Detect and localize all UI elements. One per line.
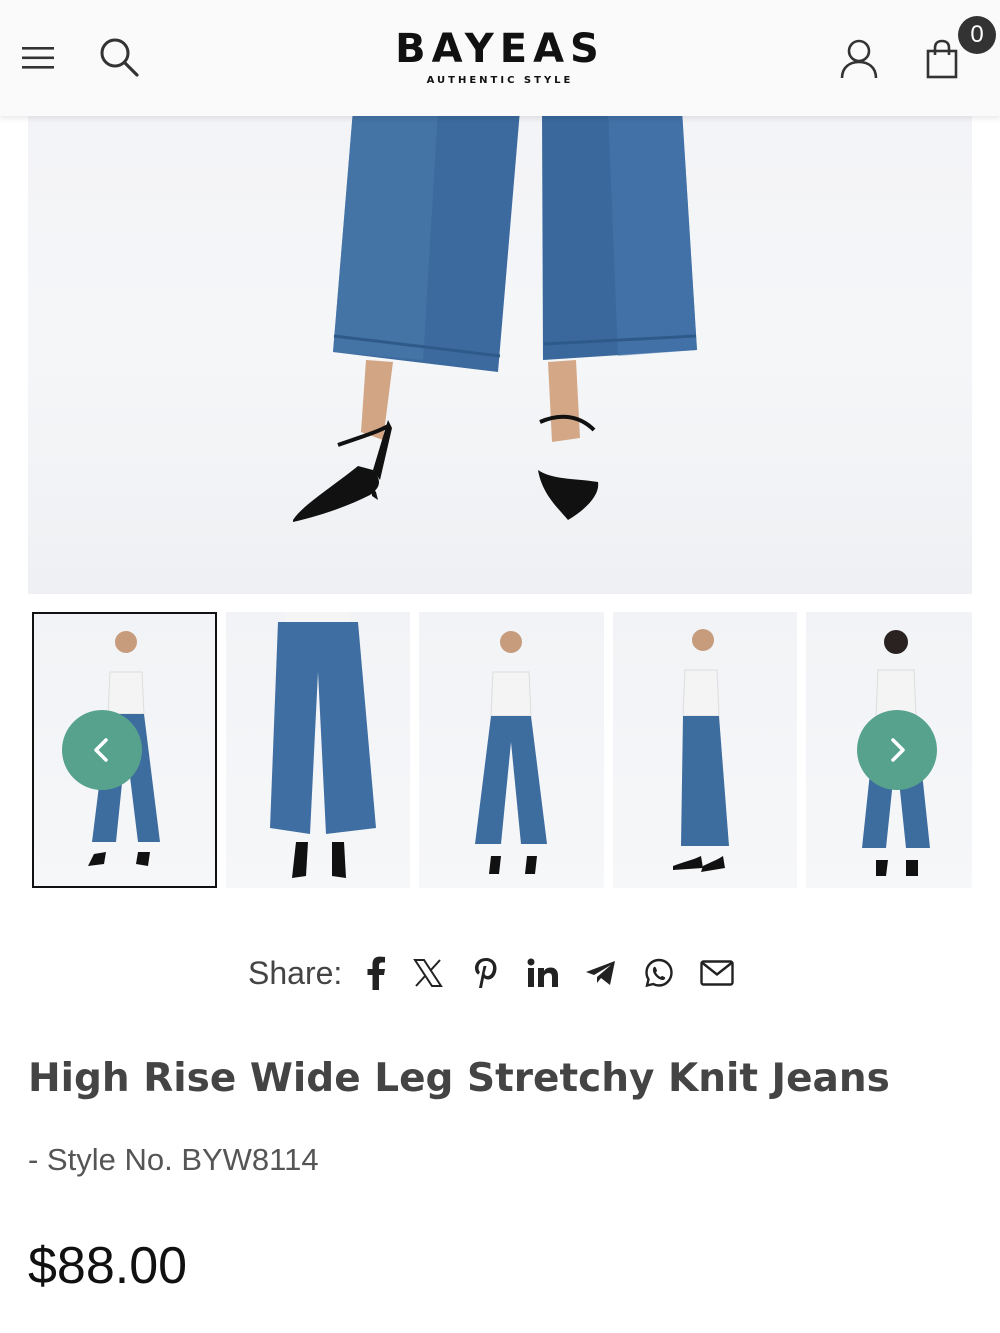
email-icon[interactable] <box>688 950 746 996</box>
telegram-icon[interactable] <box>572 950 630 996</box>
thumbnail-2[interactable] <box>226 612 410 888</box>
thumbnail-photo <box>270 612 376 878</box>
site-header: BAYEAS AUTHENTIC STYLE 0 <box>0 0 1000 116</box>
hamburger-icon <box>22 47 54 69</box>
shopping-bag-icon <box>926 39 958 79</box>
whatsapp-icon[interactable] <box>630 950 688 996</box>
brand-logo[interactable]: BAYEAS AUTHENTIC STYLE <box>360 26 640 88</box>
product-price: $88.00 <box>28 1237 188 1295</box>
user-icon <box>840 39 878 79</box>
chevron-right-icon <box>891 738 905 762</box>
account-button[interactable] <box>834 34 884 84</box>
gallery-next-button[interactable] <box>857 710 937 790</box>
linkedin-icon[interactable] <box>514 950 572 996</box>
product-title: High Rise Wide Leg Stretchy Knit Jeans <box>28 1056 890 1101</box>
share-label: Share: <box>248 954 343 991</box>
chevron-left-icon <box>94 738 108 762</box>
menu-button[interactable] <box>14 34 62 82</box>
search-icon <box>100 38 139 77</box>
thumbnail-4[interactable] <box>613 612 797 888</box>
thumbnail-photo <box>673 629 729 872</box>
product-style-number: - Style No. BYW8114 <box>28 1142 319 1177</box>
facebook-icon[interactable] <box>354 950 398 996</box>
logo-tagline: AUTHENTIC STYLE <box>426 75 574 86</box>
logo-wordmark: BAYEAS <box>395 26 605 72</box>
search-button[interactable] <box>94 32 144 82</box>
cart-count-badge: 0 <box>958 16 996 54</box>
gallery-prev-button[interactable] <box>62 710 142 790</box>
thumbnail-3[interactable] <box>419 612 604 888</box>
share-bar: Share: <box>248 950 746 996</box>
x-icon[interactable] <box>398 950 458 996</box>
thumbnail-photo <box>475 631 547 874</box>
pinterest-icon[interactable] <box>458 950 514 996</box>
